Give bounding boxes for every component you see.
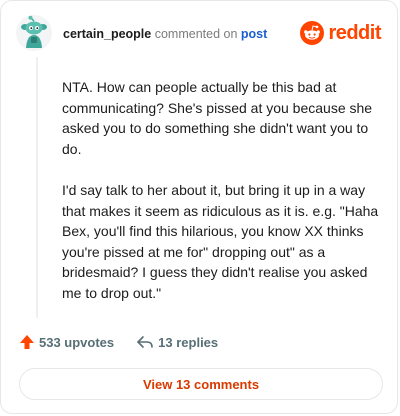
reply-arrow-icon <box>137 336 153 348</box>
username-link[interactable]: certain_people <box>63 27 151 41</box>
reddit-logo-icon <box>300 21 325 45</box>
upvote-button[interactable]: 533 upvotes <box>19 334 114 350</box>
reply-button[interactable]: 13 replies <box>136 334 218 350</box>
comment-actions: 533 upvotes 13 replies <box>19 334 218 350</box>
comment-paragraph: NTA. How can people actually be this bad… <box>62 79 373 157</box>
upvote-count: 533 upvotes <box>39 334 115 350</box>
comment-card: certain_people commented on post reddit … <box>0 0 398 414</box>
thread-line[interactable] <box>36 57 38 318</box>
upvote-arrow-icon <box>20 335 34 349</box>
comment-paragraph: I'd say talk to her about it, but bring … <box>62 182 379 301</box>
comment-body: NTA. How can people actually be this bad… <box>62 77 382 303</box>
view-comments-button[interactable]: View 13 comments <box>19 368 383 400</box>
reddit-brand[interactable]: reddit <box>300 21 381 45</box>
reddit-wordmark: reddit <box>328 21 381 44</box>
post-link[interactable]: post <box>241 27 267 41</box>
avatar-icon[interactable] <box>16 15 52 51</box>
action-text: commented on <box>154 27 238 41</box>
comment-header: certain_people commented on post <box>63 27 267 41</box>
reply-count: 13 replies <box>158 334 219 350</box>
